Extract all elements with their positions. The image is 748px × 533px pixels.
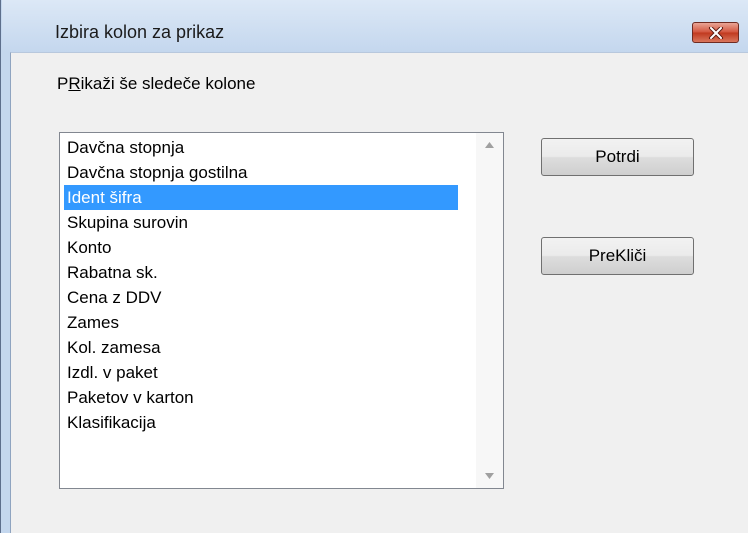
list-item[interactable]: Davčna stopnja gostilna	[64, 160, 458, 185]
list-item[interactable]: Klasifikacija	[64, 410, 458, 435]
scroll-down-button[interactable]	[476, 464, 503, 488]
list-item[interactable]: Izdl. v paket	[64, 360, 458, 385]
prompt-text-rest: ikaži še sledeče kolone	[80, 74, 256, 93]
list-item[interactable]: Paketov v karton	[64, 385, 458, 410]
prompt-text-start: P	[57, 74, 69, 93]
columns-prompt-label: PRikaži še sledeče kolone	[57, 74, 255, 94]
confirm-button[interactable]: Potrdi	[541, 138, 694, 176]
cancel-button[interactable]: PreKliči	[541, 237, 694, 275]
list-item[interactable]: Kol. zamesa	[64, 335, 458, 360]
list-item[interactable]: Rabatna sk.	[64, 260, 458, 285]
window-title: Izbira kolon za prikaz	[55, 22, 225, 42]
list-item[interactable]: Cena z DDV	[64, 285, 458, 310]
dialog-body: PRikaži še sledeče kolone Davčna stopnja…	[10, 52, 748, 533]
list-item[interactable]: Skupina surovin	[64, 210, 458, 235]
columns-listbox[interactable]: Davčna stopnja Davčna stopnja gostilna Ide…	[59, 132, 504, 489]
list-item[interactable]: Davčna stopnja	[64, 135, 458, 160]
scroll-down-arrow-icon	[485, 473, 494, 479]
dialog-window: Izbira kolon za prikaz PRikaži še sledeč…	[0, 0, 748, 533]
scroll-up-button[interactable]	[476, 133, 503, 157]
list-item[interactable]: Zames	[64, 310, 458, 335]
prompt-mnemonic: R	[68, 74, 81, 93]
title-bar[interactable]: Izbira kolon za prikaz	[2, 0, 748, 52]
list-item[interactable]: Konto	[64, 235, 458, 260]
scroll-up-arrow-icon	[485, 142, 494, 148]
close-x-icon	[708, 26, 723, 39]
vertical-scrollbar[interactable]	[476, 133, 503, 488]
list-item[interactable]: Ident šifra	[64, 185, 458, 210]
close-button[interactable]	[692, 22, 739, 43]
